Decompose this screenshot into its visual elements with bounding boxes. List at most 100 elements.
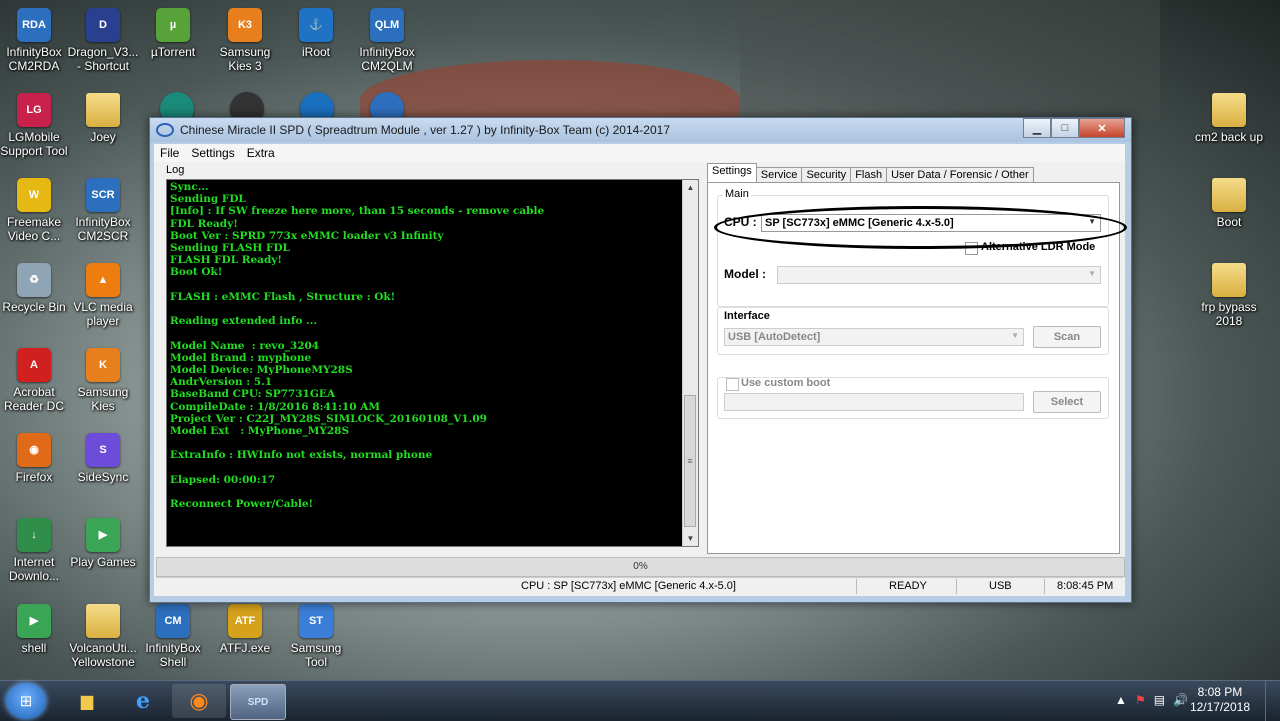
log-label: Log bbox=[166, 164, 185, 176]
desktop-icon[interactable]: VolcanoUti... Yellowstone bbox=[65, 604, 141, 669]
desktop-icon-label: Recycle Bin bbox=[2, 300, 66, 314]
folder-icon bbox=[86, 93, 120, 127]
taskbar: ⊞ ▆ e ◉ SPD ▲ ⚑ ▤ 🔊 8:08 PM 12/17/2018 bbox=[0, 680, 1280, 721]
desktop-icon[interactable]: A Acrobat Reader DC bbox=[0, 348, 72, 413]
start-button[interactable]: ⊞ bbox=[6, 683, 46, 719]
taskbar-explorer[interactable]: ▆ bbox=[60, 684, 114, 718]
desktop-icon[interactable]: K3 Samsung Kies 3 bbox=[207, 8, 283, 73]
desktop-icon[interactable]: LG LGMobile Support Tool bbox=[0, 93, 72, 158]
desktop-icon[interactable]: W Freemake Video C... bbox=[0, 178, 72, 243]
taskbar-internet-explorer[interactable]: e bbox=[116, 684, 170, 718]
cpu-select[interactable]: SP [SC773x] eMMC [Generic 4.x-5.0] ▼ bbox=[761, 214, 1101, 232]
desktop-icon-label: iRoot bbox=[301, 45, 330, 59]
interface-select[interactable]: USB [AutoDetect] ▼ bbox=[724, 328, 1024, 346]
play-games-icon: ▶ bbox=[86, 518, 120, 552]
desktop-icon[interactable]: K Samsung Kies bbox=[65, 348, 141, 413]
progress-text: 0% bbox=[633, 561, 648, 572]
dragon-icon: D bbox=[86, 8, 120, 42]
desktop-icon[interactable]: QLM InfinityBox CM2QLM bbox=[349, 8, 425, 73]
log-line: Reading extended info ... bbox=[170, 315, 318, 328]
tab-security[interactable]: Security bbox=[801, 167, 852, 182]
scroll-up-icon[interactable]: ▲ bbox=[683, 180, 698, 195]
taskbar-cm2-spd[interactable]: SPD bbox=[230, 684, 286, 720]
select-button[interactable]: Select bbox=[1033, 391, 1101, 413]
lgmobile-icon: LG bbox=[17, 93, 51, 127]
desktop-icon[interactable]: cm2 back up bbox=[1191, 93, 1267, 144]
cm2-logo-icon bbox=[156, 123, 174, 137]
show-hidden-icons-icon[interactable]: ▲ bbox=[1115, 693, 1127, 707]
desktop-icon-label: InfinityBox CM2QLM bbox=[359, 45, 415, 73]
atf-icon: ATF bbox=[228, 604, 262, 638]
desktop-icon-label: Freemake Video C... bbox=[6, 215, 62, 243]
title-bar[interactable]: Chinese Miracle II SPD ( Spreadtrum Modu… bbox=[150, 118, 1131, 142]
vlc-icon: ▲ bbox=[86, 263, 120, 297]
log-line: Sending FLASH FDL bbox=[170, 242, 290, 255]
wallpaper-shape bbox=[740, 0, 1160, 120]
status-port: USB bbox=[989, 580, 1012, 592]
log-scrollbar[interactable]: ▲ ≡ ▼ bbox=[682, 180, 698, 546]
chevron-down-icon: ▼ bbox=[1088, 217, 1096, 226]
scroll-thumb[interactable]: ≡ bbox=[684, 395, 696, 527]
custom-boot-checkbox[interactable] bbox=[726, 378, 739, 391]
desktop-icon[interactable]: frp bypass 2018 bbox=[1191, 263, 1267, 328]
minimize-button[interactable]: ▁ bbox=[1023, 118, 1051, 138]
tab-user-data[interactable]: User Data / Forensic / Other bbox=[886, 167, 1034, 182]
desktop-icon[interactable]: ▲ VLC media player bbox=[65, 263, 141, 328]
network-icon[interactable]: ▤ bbox=[1154, 693, 1165, 707]
desktop-icon[interactable]: D Dragon_V3... - Shortcut bbox=[65, 8, 141, 73]
status-divider bbox=[956, 579, 957, 594]
tab-flash[interactable]: Flash bbox=[850, 167, 888, 182]
desktop-icon-label: cm2 back up bbox=[1194, 130, 1264, 144]
desktop-icon[interactable]: S SideSync bbox=[65, 433, 141, 484]
log-line: Reconnect Power/Cable! bbox=[170, 498, 314, 511]
model-select[interactable]: ▼ bbox=[777, 266, 1101, 284]
show-desktop-button[interactable] bbox=[1265, 681, 1280, 721]
desktop-icon[interactable]: Joey bbox=[65, 93, 141, 144]
desktop-icon[interactable]: RDA InfinityBox CM2RDA bbox=[0, 8, 72, 73]
desktop-icon[interactable]: ♻ Recycle Bin bbox=[0, 263, 72, 314]
infinitybox-icon: RDA bbox=[17, 8, 51, 42]
taskbar-firefox[interactable]: ◉ bbox=[172, 684, 226, 718]
folder-icon bbox=[1212, 178, 1246, 212]
flag-icon[interactable]: ⚑ bbox=[1135, 693, 1146, 707]
recycle-bin-icon: ♻ bbox=[17, 263, 51, 297]
desktop-icon-label: Play Games bbox=[70, 555, 136, 569]
desktop-icon[interactable]: ⚓ iRoot bbox=[278, 8, 354, 59]
volume-icon[interactable]: 🔊 bbox=[1173, 693, 1188, 707]
firefox-icon: ◉ bbox=[189, 688, 209, 713]
sidesync-icon: S bbox=[86, 433, 120, 467]
close-button[interactable]: ✕ bbox=[1079, 118, 1125, 138]
maximize-button[interactable]: □ bbox=[1051, 118, 1079, 138]
status-divider bbox=[1044, 579, 1045, 594]
desktop-icon[interactable]: ST Samsung Tool bbox=[278, 604, 354, 669]
windows-logo-icon: ⊞ bbox=[19, 693, 33, 710]
model-label: Model : bbox=[724, 267, 766, 281]
menu-extra[interactable]: Extra bbox=[241, 146, 281, 160]
desktop-icon-label: InfinityBox CM2RDA bbox=[6, 45, 62, 73]
desktop-icon[interactable]: SCR InfinityBox CM2SCR bbox=[65, 178, 141, 243]
log-line: Model Name : revo_3204 bbox=[170, 339, 320, 352]
desktop-icon[interactable]: Boot bbox=[1191, 178, 1267, 229]
desktop-icon[interactable]: CM InfinityBox Shell bbox=[135, 604, 211, 669]
tab-service[interactable]: Service bbox=[755, 167, 803, 182]
log-output[interactable]: Sync... Sending FDL [Info] : If SW freeze … bbox=[166, 179, 699, 547]
clock[interactable]: 8:08 PM 12/17/2018 bbox=[1190, 685, 1250, 715]
custom-boot-path[interactable] bbox=[724, 393, 1024, 411]
desktop-icon[interactable]: µ µTorrent bbox=[135, 8, 211, 59]
desktop-icon[interactable]: ↓ Internet Downlo... bbox=[0, 518, 72, 583]
tab-settings[interactable]: Settings bbox=[707, 163, 757, 183]
firefox-icon: ◉ bbox=[17, 433, 51, 467]
desktop-icon[interactable]: ▶ shell bbox=[0, 604, 72, 655]
menu-settings[interactable]: Settings bbox=[185, 146, 240, 160]
desktop-icon[interactable]: ATF ATFJ.exe bbox=[207, 604, 283, 655]
desktop-icon[interactable]: ▶ Play Games bbox=[65, 518, 141, 569]
scroll-down-icon[interactable]: ▼ bbox=[683, 531, 698, 546]
scan-button[interactable]: Scan bbox=[1033, 326, 1101, 348]
desktop-icon-label: Joey bbox=[90, 130, 116, 144]
menu-file[interactable]: File bbox=[154, 146, 185, 160]
alt-ldr-checkbox[interactable] bbox=[965, 242, 978, 255]
status-cpu: CPU : SP [SC773x] eMMC [Generic 4.x-5.0] bbox=[521, 580, 736, 592]
desktop-icon-label: Samsung Kies bbox=[77, 385, 129, 413]
desktop-icon[interactable]: ◉ Firefox bbox=[0, 433, 72, 484]
